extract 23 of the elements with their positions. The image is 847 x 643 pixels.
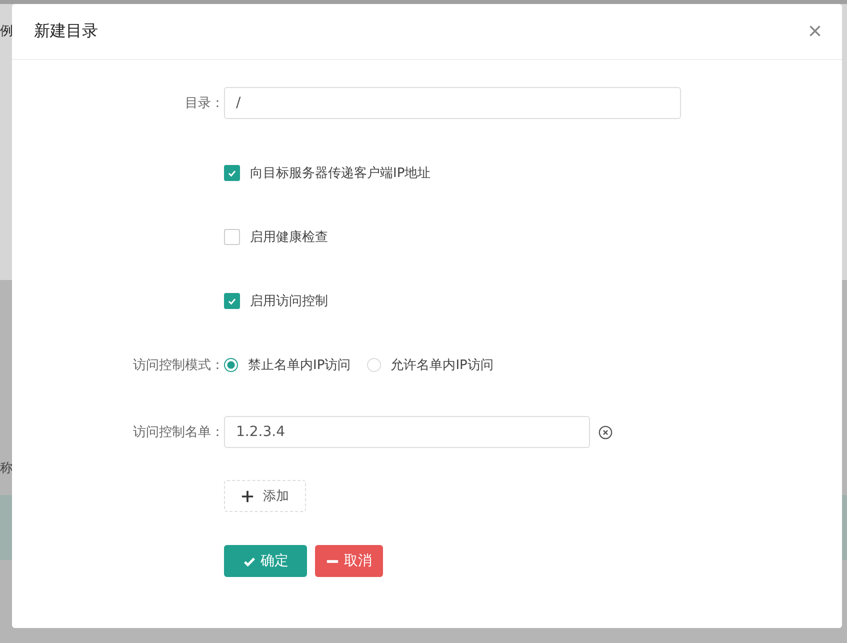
cancel-button[interactable]: 取消 [315,545,383,577]
plus-icon [241,490,254,502]
directory-field[interactable]: / [224,87,681,119]
remove-icon[interactable] [598,424,613,440]
radio-button[interactable] [224,358,238,372]
checkbox[interactable] [224,165,240,181]
field-label: 访问控制名单： [133,425,224,440]
checkbox-option[interactable]: 启用访问控制 [224,292,328,310]
checkbox[interactable] [224,229,240,245]
ip-field[interactable]: 1.2.3.4 [224,416,590,448]
checkbox-option[interactable]: 向目标服务器传递客户端IP地址 [224,164,431,182]
add-button[interactable]: 添加 [224,480,306,512]
check-icon [242,554,256,568]
background-text: 例 [0,23,12,40]
checkbox-option[interactable]: 启用健康检查 [224,228,328,246]
field-label: 目录： [185,96,224,111]
radio-option[interactable]: 禁止名单内IP访问 [224,356,351,374]
radio-option[interactable]: 允许名单内IP访问 [366,356,494,374]
background-text: 称 [0,460,12,477]
field-label: 访问控制模式： [133,358,224,373]
checkbox[interactable] [224,293,240,309]
close-button[interactable]: × [808,20,822,44]
dialog-title: 新建目录 [34,21,98,42]
